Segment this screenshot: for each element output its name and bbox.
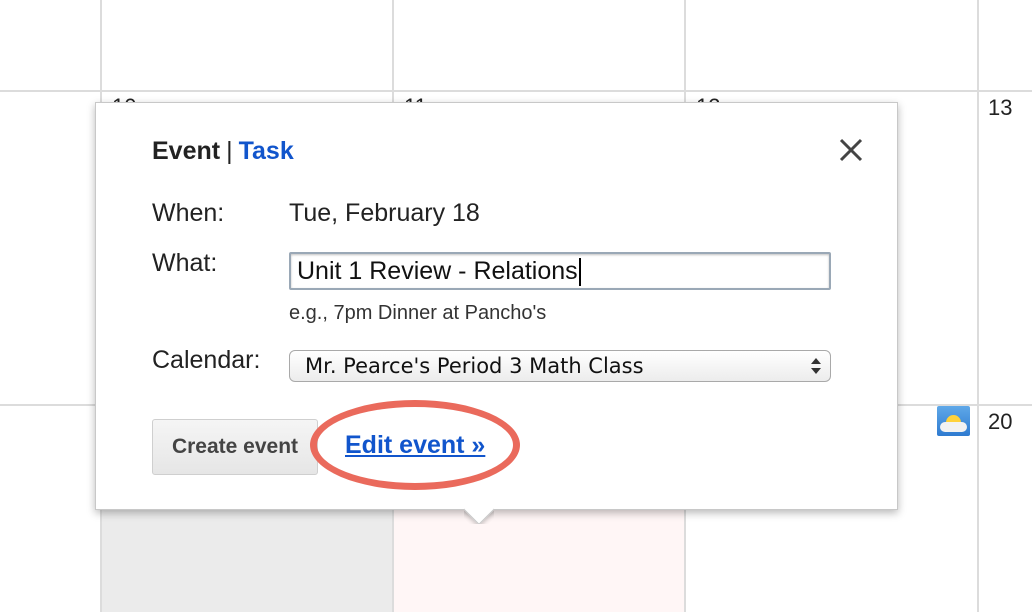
what-hint: e.g., 7pm Dinner at Pancho's [289, 302, 547, 324]
when-value: Tue, February 18 [289, 199, 480, 227]
text-caret [578, 258, 581, 287]
day-number[interactable]: 13 [988, 95, 1012, 121]
calendar-label: Calendar: [152, 346, 261, 374]
what-input[interactable]: Unit 1 Review - Relations [289, 252, 831, 290]
grid-line [0, 90, 1032, 92]
quick-add-event-popup: Event | Task When: Tue, February 18 What: … [95, 102, 898, 510]
close-icon[interactable] [836, 135, 866, 165]
when-label: When: [152, 199, 225, 227]
tab-event[interactable]: Event [152, 137, 220, 165]
edit-event-link[interactable]: Edit event » [345, 431, 485, 460]
create-event-button[interactable]: Create event [152, 419, 318, 475]
tab-separator: | [226, 137, 233, 165]
tab-task[interactable]: Task [239, 137, 294, 165]
partly-sunny-icon [937, 406, 970, 436]
calendar-select-value: Mr. Pearce's Period 3 Math Class [305, 354, 644, 378]
event-task-toggle: Event | Task [152, 137, 294, 166]
popup-pointer [464, 508, 494, 524]
select-arrows-icon [811, 358, 821, 374]
what-input-value: Unit 1 Review - Relations [297, 257, 578, 285]
what-label: What: [152, 249, 218, 277]
day-number[interactable]: 20 [988, 409, 1012, 435]
calendar-select[interactable]: Mr. Pearce's Period 3 Math Class [289, 350, 831, 382]
